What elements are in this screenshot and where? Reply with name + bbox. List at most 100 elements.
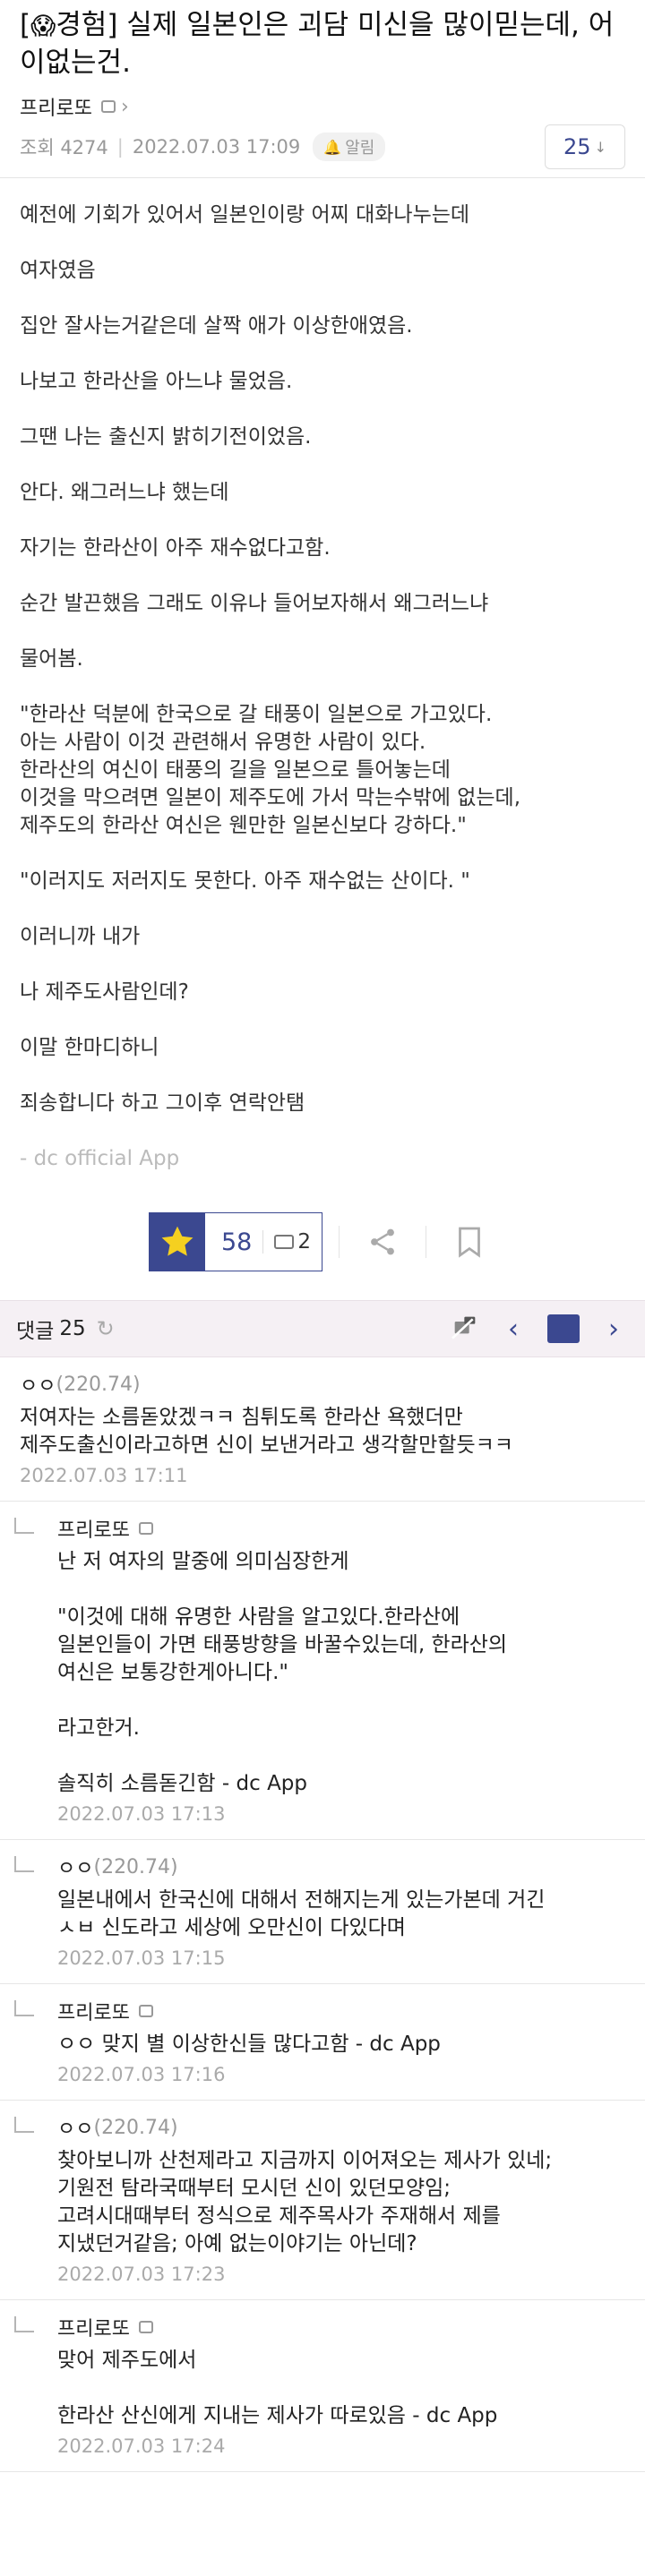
comment-author[interactable]: 프리로또 [57,1514,625,1543]
comment-bar: 댓글 25 ↻ ‹ › [0,1300,645,1357]
alarm-button[interactable]: 🔔 알림 [313,133,386,161]
reply-item: ㅇㅇ (220.74) 일본내에서 한국신에 대해서 전해지는게 있는가본데 거긴… [0,1840,645,1984]
comment-date: 2022.07.03 17:15 [57,1947,226,1969]
fixed-nick-badge-icon [138,1522,153,1535]
comment-author-name: ㅇㅇ [57,2118,94,2141]
comment-author[interactable]: 프리로또 [57,2313,625,2341]
comment-bar-count: 25 [59,1317,86,1340]
body-paragraph: 나보고 한라산을 아느냐 물었음. [20,370,293,393]
body-paragraph: 그땐 나는 출신지 밝히기전이었음. [20,425,312,449]
reply-body: 프리로또 맞어 제주도에서 한라산 산신에게 지내는 제사가 따로있음 - dc… [57,2313,625,2462]
body-paragraph: 자기는 한라산이 아주 재수없다고함. [20,536,331,560]
reply-arrow-icon [14,2316,34,2332]
view-count: 조회 4274 [20,137,108,158]
author-row: 프리로또 › [20,91,625,122]
fixed-nick-badge-icon [138,2321,153,2333]
vote-row: 58 2 [0,1209,645,1275]
reply-body: ㅇㅇ (220.74) 일본내에서 한국신에 대해서 전해지는게 있는가본데 거긴… [57,1853,625,1974]
chevron-left-icon: ‹ [508,1313,519,1345]
scream-emoji-icon: 😱 [30,13,56,40]
reply-item: 프리로또 맞어 제주도에서 한라산 산신에게 지내는 제사가 따로있음 - dc… [0,2300,645,2472]
fixed-nick-badge-icon [138,2005,153,2017]
not-recommend-count: 2 [297,1230,311,1254]
comment-text: 저여자는 소름돋았겠ㅋㅋ 침튀도록 한라산 욕했더만 제주도출신이라고하면 신이… [20,1406,513,1457]
post-title-text: 실제 일본인은 괴담 미신을 많이믿는데, 어이없는건. [20,9,615,79]
body-paragraph: 예전에 기회가 있어서 일본인이랑 어찌 대화나누는데 [20,203,470,227]
post-date: 2022.07.03 17:09 [132,136,301,158]
body-paragraph: 이말 한마디하니 [20,1036,159,1059]
comment-count-value: 25 [563,134,591,159]
comment-text: ㅇㅇ 맞지 별 이상한신들 많다고함 - dc App [57,2033,441,2056]
fixed-nick-badge-icon [100,100,116,113]
comment-date: 2022.07.03 17:16 [57,2064,226,2085]
comment-text: 찾아보니까 산천제라고 지금까지 이어져오는 제사가 있네; 기원전 탐라국때부… [57,2149,553,2255]
reply-body: ㅇㅇ (220.74) 찾아보니까 산천제라고 지금까지 이어져오는 제사가 있네… [57,2113,625,2290]
comment-author-name: ㅇㅇ [20,1375,56,1398]
bookmark-button[interactable] [443,1215,496,1269]
page-toggle-button[interactable] [543,1308,584,1349]
reply-arrow-icon [14,2117,34,2133]
recommend-button[interactable] [150,1213,205,1271]
post-author[interactable]: 프리로또 [20,92,92,121]
image-off-button[interactable] [443,1308,484,1349]
meta-divider: | [116,136,124,158]
body-paragraph: 나 제주도사람인데? [20,980,189,1004]
reply-arrow-icon [14,2000,34,2016]
comment-bar-tools: ‹ › [434,1308,634,1349]
body-paragraph: "한라산 덕분에 한국으로 갈 태풍이 일본으로 가고있다. 아는 사람이 이것… [20,703,521,837]
comment-list: ㅇㅇ (220.74) 저여자는 소름돋았겠ㅋㅋ 침튀도록 한라산 욕했더만 제주… [0,1357,645,2472]
comment-count-button[interactable]: 25 ↓ [545,124,625,169]
body-paragraph: 집안 잘사는거같은데 살짝 애가 이상한애였음. [20,314,413,338]
post-body: 예전에 기회가 있어서 일본인이랑 어찌 대화나누는데 여자였음 집안 잘사는거… [0,178,645,1173]
reply-item: 프리로또 난 저 여자의 말중에 의미심장한게 "이것에 대해 유명한 사람을 … [0,1502,645,1840]
post-category: 경험 [56,9,108,41]
square-icon [547,1314,580,1343]
vote-divider [339,1226,340,1258]
recommend-box: 58 2 [149,1212,322,1271]
comment-date: 2022.07.03 17:23 [57,2264,226,2285]
comment-author-name: 프리로또 [57,2318,130,2341]
comment-author-name: ㅇㅇ [57,1858,94,1880]
reply-item: ㅇㅇ (220.74) 찾아보니까 산천제라고 지금까지 이어져오는 제사가 있네… [0,2101,645,2300]
comment-author[interactable]: ㅇㅇ (220.74) [57,2113,625,2142]
body-paragraph: 안다. 왜그러느냐 했는데 [20,481,229,504]
arrow-down-icon: ↓ [594,138,606,156]
app-signature: - dc official App [20,1147,180,1170]
reply-body: 프리로또 ㅇㅇ 맞지 별 이상한신들 많다고함 - dc App 2022.07… [57,1997,625,2091]
reply-body: 프리로또 난 저 여자의 말중에 의미심장한게 "이것에 대해 유명한 사람을 … [57,1514,625,1830]
alarm-label: 알림 [345,139,375,158]
post-title: [😱경험] 실제 일본인은 괴담 미신을 많이믿는데, 어이없는건. [20,9,615,79]
comment-author[interactable]: ㅇㅇ (220.74) [20,1370,625,1399]
reply-arrow-icon [14,1518,34,1534]
comment-author[interactable]: ㅇㅇ (220.74) [57,1853,625,1881]
comment-ip: (220.74) [93,2116,178,2139]
comment-ip: (220.74) [93,1855,178,1879]
body-paragraph: 이러니까 내가 [20,925,141,948]
comment-item: ㅇㅇ (220.74) 저여자는 소름돋았겠ㅋㅋ 침튀도록 한라산 욕했더만 제주… [0,1357,645,1502]
body-paragraph: 여자였음 [20,259,96,282]
body-paragraph: 물어봄. [20,647,83,671]
reply-arrow-icon [14,1856,34,1872]
not-recommend-button[interactable]: 2 [262,1230,322,1254]
post-header: [😱경험] 실제 일본인은 괴담 미신을 많이믿는데, 어이없는건. 프리로또 … [0,0,645,169]
bookmark-icon [459,1227,480,1258]
comment-author[interactable]: 프리로또 [57,1997,625,2025]
chevron-right-icon: › [608,1313,619,1345]
comment-bar-label: 댓글 [16,1320,55,1343]
comment-date: 2022.07.03 17:11 [20,1465,188,1486]
comment-text: 일본내에서 한국신에 대해서 전해지는게 있는가본데 거긴 ㅅㅂ 신도라고 세상… [57,1888,546,1939]
comment-author-name: 프리로또 [57,2002,130,2024]
next-page-button[interactable]: › [593,1308,634,1349]
comment-text: 맞어 제주도에서 한라산 산신에게 지내는 제사가 따로있음 - dc App [57,2349,498,2427]
body-paragraph: "이러지도 저러지도 못한다. 아주 재수없는 산이다. " [20,869,470,893]
chevron-right-icon[interactable]: › [121,96,129,118]
star-icon [161,1226,194,1256]
share-button[interactable] [356,1215,409,1269]
body-paragraph: 순간 발끈했음 그래도 이유나 들어보자해서 왜그러느냐 [20,592,489,615]
dislike-icon [274,1235,295,1249]
body-paragraph: 죄송합니다 하고 그이후 연락안탬 [20,1091,305,1115]
comment-date: 2022.07.03 17:24 [57,2435,226,2457]
prev-page-button[interactable]: ‹ [493,1308,534,1349]
refresh-icon[interactable]: ↻ [97,1316,115,1341]
comment-date: 2022.07.03 17:13 [57,1803,226,1825]
